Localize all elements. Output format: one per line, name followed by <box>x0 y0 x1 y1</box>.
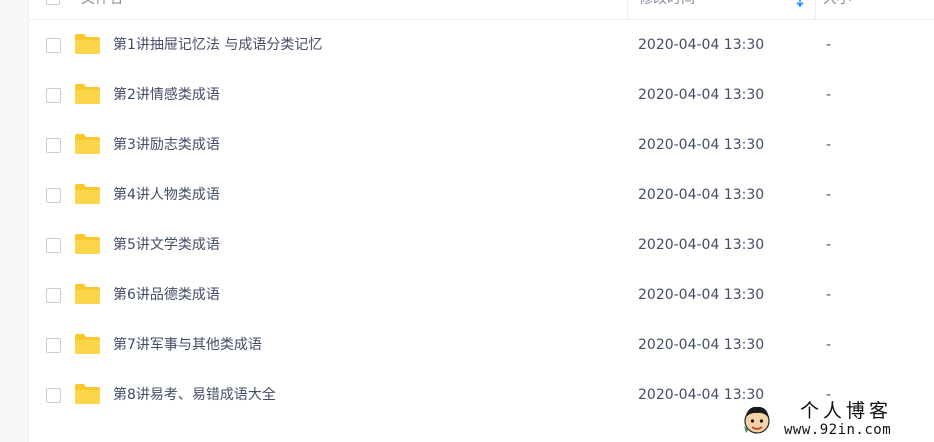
file-list: 第1讲抽屉记忆法 与成语分类记忆 2020-04-04 13:30 - 第2讲情… <box>29 20 934 420</box>
file-modified-time: 2020-04-04 13:30 <box>638 37 765 53</box>
row-checkbox[interactable] <box>46 238 61 253</box>
blog-watermark: 个人博客 www.92in.com <box>738 398 934 442</box>
folder-icon <box>75 234 100 254</box>
column-divider <box>627 0 628 19</box>
row-checkbox[interactable] <box>46 388 61 403</box>
folder-icon <box>75 284 100 304</box>
file-modified-time: 2020-04-04 13:30 <box>638 337 765 353</box>
file-size: - <box>826 337 832 353</box>
folder-icon <box>75 34 100 54</box>
file-size: - <box>826 287 832 303</box>
file-name[interactable]: 第3讲励志类成语 <box>113 136 220 154</box>
file-name[interactable]: 第4讲人物类成语 <box>113 186 220 204</box>
file-row[interactable]: 第7讲军事与其他类成语 2020-04-04 13:30 - <box>29 320 934 370</box>
sidebar-edge <box>0 0 29 442</box>
column-divider <box>815 0 816 19</box>
column-header-modified-time[interactable]: 修改时间 <box>639 0 695 8</box>
file-name[interactable]: 第7讲军事与其他类成语 <box>113 336 262 354</box>
column-header-size[interactable]: 大小 <box>823 0 851 8</box>
file-list-header: 文件名 修改时间 大小 <box>29 0 934 20</box>
file-modified-time: 2020-04-04 13:30 <box>638 87 765 103</box>
file-name[interactable]: 第2讲情感类成语 <box>113 86 220 104</box>
row-checkbox[interactable] <box>46 188 61 203</box>
file-modified-time: 2020-04-04 13:30 <box>638 137 765 153</box>
file-name[interactable]: 第6讲品德类成语 <box>113 286 220 304</box>
folder-icon <box>75 84 100 104</box>
column-header-name[interactable]: 文件名 <box>81 0 123 8</box>
cartoon-face-logo-icon <box>744 406 770 434</box>
file-size: - <box>826 137 832 153</box>
file-modified-time: 2020-04-04 13:30 <box>638 237 765 253</box>
file-name[interactable]: 第1讲抽屉记忆法 与成语分类记忆 <box>113 36 322 54</box>
file-name[interactable]: 第8讲易考、易错成语大全 <box>113 386 276 404</box>
sort-down-icon[interactable] <box>795 0 805 8</box>
watermark-url: www.92in.com <box>784 422 892 438</box>
file-row[interactable]: 第2讲情感类成语 2020-04-04 13:30 - <box>29 70 934 120</box>
folder-icon <box>75 384 100 404</box>
row-checkbox[interactable] <box>46 38 61 53</box>
file-row[interactable]: 第3讲励志类成语 2020-04-04 13:30 - <box>29 120 934 170</box>
row-checkbox[interactable] <box>46 138 61 153</box>
row-checkbox[interactable] <box>46 338 61 353</box>
file-row[interactable]: 第6讲品德类成语 2020-04-04 13:30 - <box>29 270 934 320</box>
file-modified-time: 2020-04-04 13:30 <box>638 287 765 303</box>
file-row[interactable]: 第4讲人物类成语 2020-04-04 13:30 - <box>29 170 934 220</box>
row-checkbox[interactable] <box>46 88 61 103</box>
folder-icon <box>75 134 100 154</box>
row-checkbox[interactable] <box>46 288 61 303</box>
folder-icon <box>75 184 100 204</box>
file-size: - <box>826 87 832 103</box>
watermark-title: 个人博客 <box>800 400 893 422</box>
file-name[interactable]: 第5讲文学类成语 <box>113 236 220 254</box>
file-size: - <box>826 237 832 253</box>
file-size: - <box>826 37 832 53</box>
file-modified-time: 2020-04-04 13:30 <box>638 187 765 203</box>
file-size: - <box>826 187 832 203</box>
file-row[interactable]: 第1讲抽屉记忆法 与成语分类记忆 2020-04-04 13:30 - <box>29 20 934 70</box>
select-all-checkbox[interactable] <box>46 0 60 5</box>
file-row[interactable]: 第5讲文学类成语 2020-04-04 13:30 - <box>29 220 934 270</box>
folder-icon <box>75 334 100 354</box>
